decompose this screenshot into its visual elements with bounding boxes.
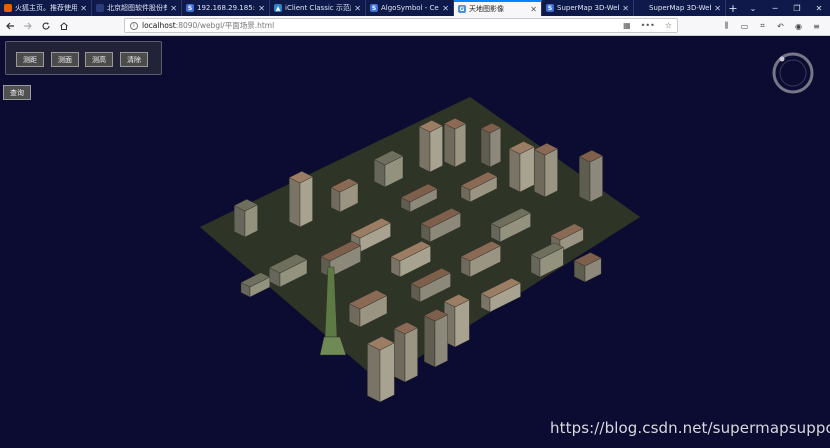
building-side (429, 125, 443, 173)
tab[interactable]: SAlgoSymbol - Cesium✕ (366, 0, 454, 16)
library-icon[interactable]: ⫼ (719, 21, 734, 31)
tab[interactable]: SuperMap 3D-WebGL 示例✕ (634, 0, 726, 16)
close-tab-icon[interactable]: ✕ (80, 4, 87, 13)
menu-icon[interactable]: ≡ (809, 22, 824, 31)
close-tab-icon[interactable]: ✕ (530, 5, 537, 14)
clear-button[interactable]: 清除 (120, 52, 148, 67)
city-scene (199, 96, 641, 403)
tab-favicon-icon (638, 4, 646, 12)
close-tab-icon[interactable]: ✕ (714, 4, 721, 13)
url-host: localhost (142, 21, 176, 30)
building-side (394, 328, 406, 383)
reload-button[interactable] (38, 18, 54, 34)
undo-close-icon[interactable]: ↶ (773, 22, 788, 31)
tab[interactable]: G 天地图影像 ✕ (454, 0, 542, 16)
info-icon[interactable]: i (130, 21, 138, 30)
building-side (509, 148, 521, 193)
building-side (434, 314, 448, 368)
window-controls: ⌄ ─ ❐ ✕ (742, 0, 830, 16)
tab[interactable]: ▲iClient Classic 示范应用✕ (270, 0, 366, 16)
tab[interactable]: S192.168.29.185:8090/✕ (182, 0, 270, 16)
forward-arrow-icon (24, 22, 32, 29)
close-tab-icon[interactable]: ✕ (354, 4, 361, 13)
tab[interactable]: SSuperMap 3D-WebGL✕ (542, 0, 634, 16)
close-tab-icon[interactable]: ✕ (442, 4, 449, 13)
tab-favicon-icon (96, 4, 104, 12)
tab[interactable]: 火狐主页。推荐使用 Fi✕ (0, 0, 92, 16)
back-button[interactable] (2, 18, 18, 34)
building-side (379, 342, 395, 403)
screenshot-icon[interactable]: ⌗ (755, 21, 770, 31)
close-tab-icon[interactable]: ✕ (622, 4, 629, 13)
home-icon (60, 21, 68, 30)
tab[interactable]: 北京超图软件股份有限公司✕ (92, 0, 182, 16)
building-side (424, 315, 436, 368)
minimize-icon[interactable]: ─ (764, 4, 786, 13)
tab-title: 北京超图软件股份有限公司 (107, 4, 167, 12)
tab-title: iClient Classic 示范应用 (285, 4, 351, 12)
building-side (454, 123, 466, 168)
building-side (404, 327, 418, 383)
measure-height-button[interactable]: 测高 (85, 52, 113, 67)
query-button[interactable]: 查询 (3, 85, 31, 100)
address-bar[interactable]: i localhost:8090/webgl/平面场景.html ▦ ••• ☆ (124, 18, 678, 33)
building-side (480, 128, 491, 168)
tab-strip: 火狐主页。推荐使用 Fi✕北京超图软件股份有限公司✕S192.168.29.18… (0, 0, 830, 16)
building-side (419, 126, 431, 173)
tab-title: SuperMap 3D-WebGL (557, 4, 619, 12)
chevron-down-icon[interactable]: ⌄ (742, 4, 764, 13)
chat-icon[interactable]: ◉ (791, 22, 806, 31)
page-actions-icon[interactable]: ••• (641, 21, 655, 30)
compass-icon[interactable] (771, 51, 815, 95)
close-tab-icon[interactable]: ✕ (170, 4, 177, 13)
bookmark-star-icon[interactable]: ☆ (665, 21, 672, 30)
forward-button[interactable] (20, 18, 36, 34)
tab-favicon-icon: S (546, 4, 554, 12)
maximize-icon[interactable]: ❐ (786, 4, 808, 13)
tab-favicon-icon: G (458, 5, 466, 13)
building-side (489, 127, 501, 168)
measure-toolbar: 测距 测面 测高 清除 (5, 41, 162, 75)
back-arrow-icon (6, 22, 14, 29)
tab-favicon-icon: S (370, 4, 378, 12)
qr-code-icon[interactable]: ▦ (623, 21, 631, 30)
address-bar-actions: ▦ ••• ☆ (618, 21, 677, 30)
tab-favicon-icon (4, 4, 12, 12)
watermark-text: https://blog.csdn.net/supermapsupport (550, 419, 830, 437)
navigation-bar: i localhost:8090/webgl/平面场景.html ▦ ••• ☆… (0, 16, 830, 36)
3d-scene-viewport[interactable]: 测距 测面 测高 清除 查询 https://blog.csdn.net/sup… (0, 37, 830, 448)
building-side (589, 155, 603, 203)
close-window-icon[interactable]: ✕ (808, 4, 830, 13)
sidebar-icon[interactable]: ▭ (737, 22, 752, 31)
url-path: :8090/webgl/平面场景.html (175, 21, 275, 30)
measure-area-button[interactable]: 测面 (51, 52, 79, 67)
reload-icon (42, 22, 50, 30)
tabs-container: 火狐主页。推荐使用 Fi✕北京超图软件股份有限公司✕S192.168.29.18… (0, 0, 726, 16)
new-tab-button[interactable]: + (726, 0, 740, 16)
building-side (299, 176, 313, 228)
tab-title: SuperMap 3D-WebGL 示例 (649, 4, 711, 12)
building-side (519, 146, 535, 193)
close-tab-icon[interactable]: ✕ (258, 4, 265, 13)
measure-distance-button[interactable]: 测距 (16, 52, 44, 67)
building-side (289, 177, 301, 228)
building-side (534, 149, 546, 198)
tab-title: 火狐主页。推荐使用 Fi (15, 4, 78, 12)
building-side (454, 299, 470, 348)
tab-title: AlgoSymbol - Cesium (381, 4, 439, 12)
tab-favicon-icon: S (186, 4, 194, 12)
tab-title: 192.168.29.185:8090/ (197, 4, 256, 12)
home-button[interactable] (56, 18, 72, 34)
building-side (367, 343, 381, 403)
browser-toolbar: ⫼ ▭ ⌗ ↶ ◉ ≡ (716, 18, 824, 34)
building-side (444, 123, 456, 168)
building-side (544, 148, 558, 198)
tab-title: 天地图影像 (469, 5, 504, 13)
browser-window: 火狐主页。推荐使用 Fi✕北京超图软件股份有限公司✕S192.168.29.18… (0, 0, 830, 448)
building-side (579, 156, 591, 203)
tab-favicon-icon: ▲ (274, 4, 282, 12)
